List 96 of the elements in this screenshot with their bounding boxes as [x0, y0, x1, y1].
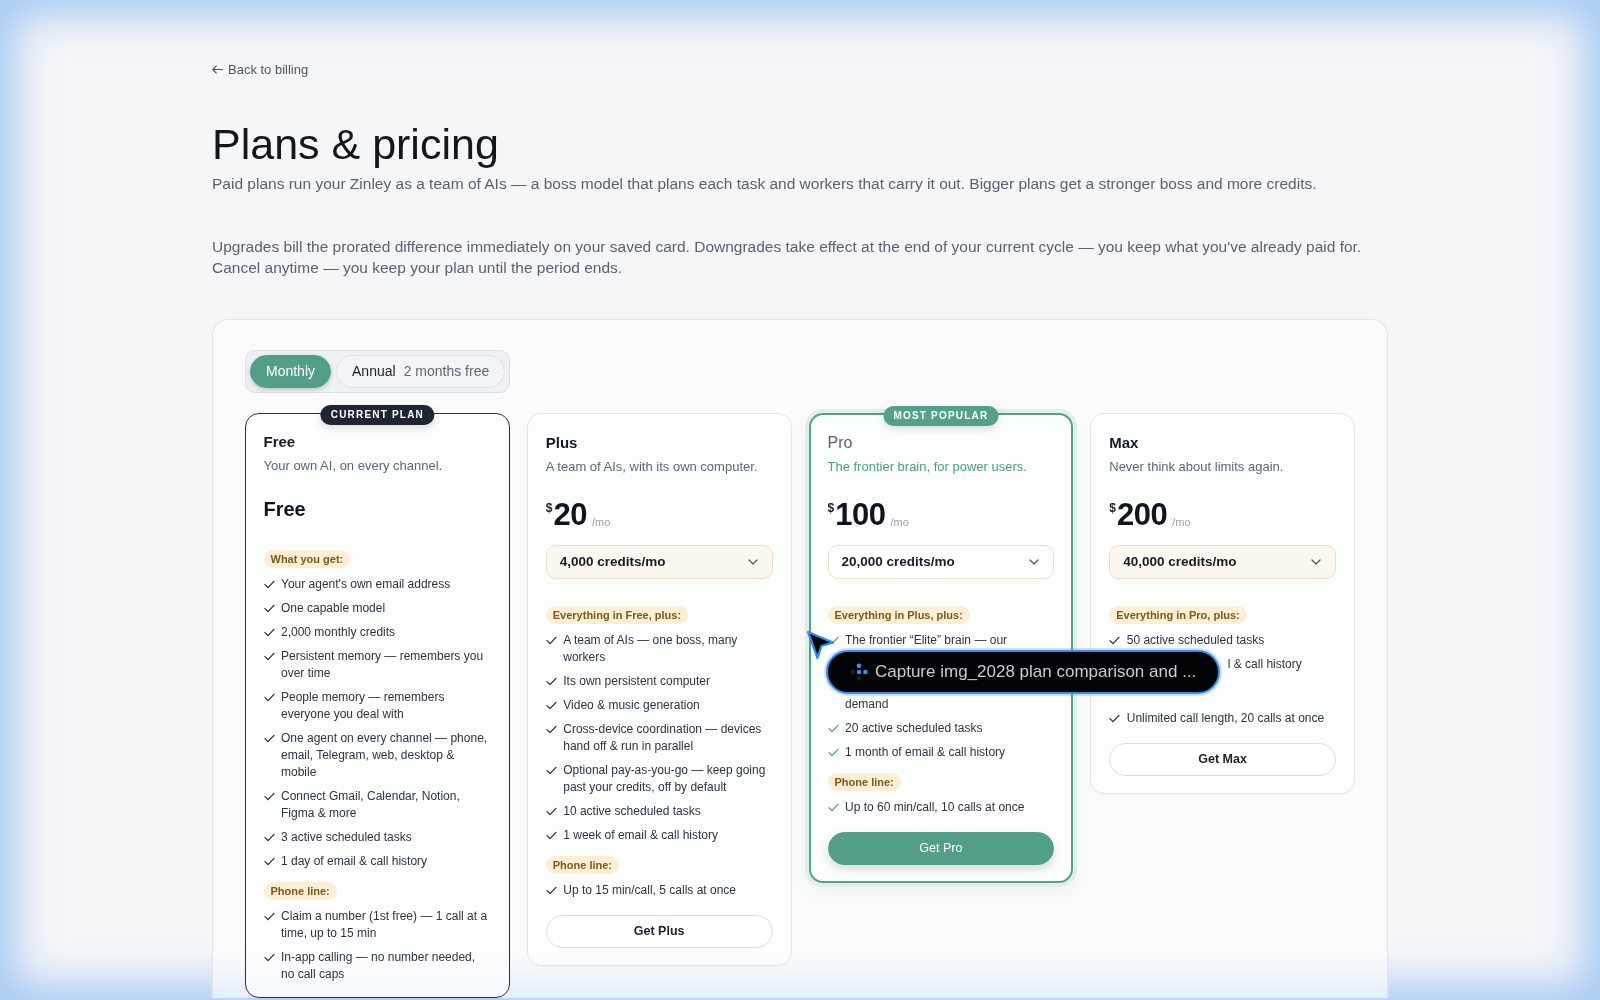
feature-text: The frontier “Elite” brain — our — [845, 631, 1008, 649]
check-icon — [263, 857, 275, 866]
arrow-left-icon — [212, 65, 223, 74]
chevron-down-icon — [1029, 558, 1040, 565]
billing-notice: Upgrades bill the prorated difference immediately on your saved card. Downgrades take effect at the end of your current cycle — you keep what you've already paid for. Cancel anytime — you keep your plan until the period ends. — [212, 236, 1363, 278]
check-icon — [545, 635, 557, 645]
billing-period-tab[interactable]: Annual 2 months free — [336, 354, 506, 388]
credits-dropdown[interactable]: 40,000 credits/mo — [1109, 544, 1336, 579]
check-icon — [263, 693, 275, 702]
check-icon — [545, 765, 557, 775]
page-title: Plans & pricing — [212, 118, 500, 170]
plan-tagline: The frontier brain, for power users. — [827, 457, 1028, 476]
check-icon — [263, 912, 275, 921]
check-icon — [263, 604, 275, 613]
plan-tag: CURRENT PLAN — [320, 404, 434, 425]
check-icon — [827, 747, 839, 757]
feature-text: People memory — remembers everyone you deal with — [281, 689, 446, 723]
check-icon — [545, 700, 557, 710]
check-icon — [545, 830, 557, 840]
price-currency: $ — [1109, 501, 1116, 514]
plan-tagline: Never think about limits again. — [1109, 457, 1285, 476]
plan-name: Free — [263, 432, 297, 452]
price-period: /mo — [890, 515, 909, 528]
feature-text: 1 day of email & call history — [281, 853, 428, 870]
check-icon — [545, 724, 557, 734]
plan-name: Plus — [545, 432, 579, 453]
check-icon — [545, 885, 557, 895]
check-icon — [1109, 635, 1121, 645]
feature-text: One agent on every channel — phone, email, Telegram, web, desktop & mobile — [281, 730, 489, 781]
chevron-down-icon — [1311, 558, 1321, 565]
feature-text: Cross-device coordination — devices hand off & run in parallel — [563, 720, 763, 755]
tab-note: 2 months free — [403, 363, 490, 379]
feature-text: Connect Gmail, Calendar, Notion, Figma & more — [281, 788, 461, 822]
check-icon — [827, 723, 839, 733]
feature-text: Persistent memory — remembers you over time — [281, 648, 485, 682]
credits-dropdown[interactable]: 20,000 credits/mo — [827, 544, 1055, 579]
price-period: /mo — [591, 515, 611, 528]
choose-plan-button[interactable]: Get Plus — [545, 914, 773, 948]
price-amount: 200 — [1116, 496, 1168, 533]
feature-text: Unlimited call length, 20 calls at once — [1126, 709, 1325, 727]
back-to-billing-link[interactable]: Back to billing — [212, 60, 309, 79]
plan-name: Pro — [827, 432, 854, 453]
check-icon — [1109, 713, 1121, 723]
price-amount: 20 — [553, 496, 587, 533]
feature-text: Up to 15 min/call, 5 calls at once — [563, 881, 736, 899]
price-currency: $ — [827, 501, 835, 514]
section-label: Phone line: — [263, 882, 337, 900]
check-icon — [263, 953, 275, 962]
feature-text: Claim a number (1st free) — 1 call at a time, up to 15 min — [281, 908, 489, 942]
feature-text: 50 active scheduled tasks — [1126, 631, 1265, 649]
check-icon — [263, 580, 275, 589]
plan-tagline: Your own AI, on every channel. — [263, 457, 444, 475]
section-label: Phone line: — [545, 855, 620, 874]
feature-text: Up to 60 min/call, 10 calls at once — [845, 798, 1025, 816]
check-icon — [263, 734, 275, 743]
check-icon — [263, 792, 275, 801]
check-icon — [545, 806, 557, 816]
section-label: Everything in Free, plus: — [545, 605, 689, 624]
feature-text: demand — [845, 695, 889, 713]
plan-price: Free — [263, 497, 307, 522]
feature-text: 2,000 monthly credits — [281, 624, 396, 641]
plan-tagline: A team of AIs, with its own computer. — [545, 457, 759, 476]
section-label: Everything in Pro, plus: — [1109, 605, 1247, 624]
check-icon — [263, 833, 275, 842]
feature-text: Your agent's own email address — [281, 576, 451, 593]
choose-plan-button[interactable]: Get Max — [1109, 742, 1336, 776]
check-icon — [827, 802, 839, 812]
check-icon — [263, 652, 275, 661]
page-subtitle: Paid plans run your Zinley as a team of AIs — a boss model that plans each task and workers that carry it out. Bigger plans get a stronger boss and more credits. — [212, 173, 1318, 194]
feature-text: Optional pay-as-you-go — keep going past your credits, off by default — [563, 761, 767, 796]
feature-text: 3 active scheduled tasks — [281, 829, 412, 846]
feature-text: 20 active scheduled tasks — [845, 719, 983, 737]
feature-text: 1 month of email & call history — [845, 743, 1006, 761]
feature-text: 10 active scheduled tasks — [563, 802, 701, 820]
check-icon — [263, 628, 275, 637]
dots-icon — [850, 662, 868, 681]
feature-text: Video & music generation — [563, 696, 700, 714]
feature-text: 1 week of email & call history — [563, 826, 718, 844]
plan-name: Max — [1109, 432, 1140, 453]
feature-text: A team of AIs — one boss, many workers — [563, 631, 739, 666]
price-amount: 100 — [835, 496, 886, 533]
price-currency: $ — [545, 501, 553, 514]
feature-text: Its own persistent computer — [563, 672, 710, 690]
section-label: Everything in Plus, plus: — [827, 605, 970, 624]
feature-text: l & call history — [1227, 655, 1302, 673]
section-label: Phone line: — [827, 772, 901, 791]
toast-text: Capture img_2028 plan comparison and ... — [875, 661, 1197, 682]
feature-text: One capable model — [281, 600, 386, 617]
feature-text: In-app calling — no number needed, no call caps — [281, 949, 477, 983]
plan-tag: MOST POPULAR — [883, 405, 999, 426]
check-icon — [545, 676, 557, 686]
mouse-pointer-icon — [805, 628, 835, 661]
price-period: /mo — [1172, 515, 1191, 528]
chevron-down-icon — [747, 558, 758, 565]
credits-dropdown[interactable]: 4,000 credits/mo — [545, 544, 773, 579]
section-label: What you get: — [263, 550, 351, 568]
